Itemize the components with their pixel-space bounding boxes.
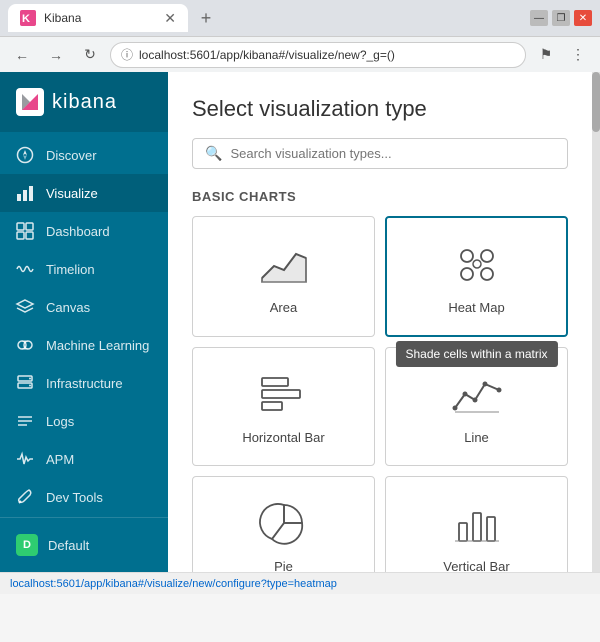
status-bar: localhost:5601/app/kibana#/visualize/new… bbox=[0, 572, 600, 594]
compass-icon bbox=[16, 146, 34, 164]
url-text: localhost:5601/app/kibana#/visualize/new… bbox=[139, 48, 395, 62]
server-icon bbox=[16, 374, 34, 392]
page-title: Select visualization type bbox=[192, 96, 568, 122]
sidebar-logo: kibana bbox=[0, 72, 168, 132]
sidebar-bottom: D Default bbox=[0, 517, 168, 572]
tab-favicon: K bbox=[20, 10, 36, 26]
sidebar-item-timelion-label: Timelion bbox=[46, 262, 95, 277]
chart-card-horizontal-bar[interactable]: Horizontal Bar bbox=[192, 347, 375, 466]
bookmark-button[interactable]: ⚑ bbox=[532, 41, 560, 69]
browser-chrome: K Kibana ✕ + — ❐ ✕ ← → ↻ ⓘ localhost:560… bbox=[0, 0, 600, 72]
sidebar-item-dashboard[interactable]: Dashboard bbox=[0, 212, 168, 250]
user-label: Default bbox=[48, 538, 89, 553]
forward-button[interactable]: → bbox=[42, 41, 70, 69]
minimize-button[interactable]: — bbox=[530, 10, 548, 26]
app-layout: kibana Discover bbox=[0, 72, 600, 572]
new-tab-button[interactable]: + bbox=[192, 4, 220, 32]
sidebar-item-visualize-label: Visualize bbox=[46, 186, 98, 201]
user-item[interactable]: D Default bbox=[16, 528, 152, 562]
wave-icon bbox=[16, 260, 34, 278]
sidebar-item-logs-label: Logs bbox=[46, 414, 74, 429]
kibana-logo-text: kibana bbox=[52, 91, 117, 114]
section-title-basic-charts: Basic Charts bbox=[192, 189, 568, 204]
user-avatar: D bbox=[16, 534, 38, 556]
chart-card-heatmap[interactable]: Heat Map Shade cells within a matrix bbox=[385, 216, 568, 337]
sidebar-item-machine-learning[interactable]: Machine Learning bbox=[0, 326, 168, 364]
chart-grid: Area Heat Map Shade cells within a ma bbox=[192, 216, 568, 572]
menu-button[interactable]: ⋮ bbox=[564, 41, 592, 69]
wrench-icon bbox=[16, 488, 34, 506]
chart-card-vertical-bar[interactable]: Vertical Bar bbox=[385, 476, 568, 572]
scrollbar-thumb[interactable] bbox=[592, 72, 600, 132]
kibana-logo-svg bbox=[20, 92, 40, 112]
scrollbar-track[interactable] bbox=[592, 72, 600, 572]
tab-close-button[interactable]: ✕ bbox=[164, 10, 176, 27]
sidebar-item-canvas-label: Canvas bbox=[46, 300, 90, 315]
search-icon: 🔍 bbox=[205, 145, 222, 162]
url-bar[interactable]: ⓘ localhost:5601/app/kibana#/visualize/n… bbox=[110, 42, 526, 68]
pie-chart-icon bbox=[258, 497, 310, 549]
chart-label-line: Line bbox=[464, 430, 489, 445]
heatmap-tooltip: Shade cells within a matrix bbox=[395, 341, 557, 367]
search-input[interactable] bbox=[230, 146, 555, 161]
layers-icon bbox=[16, 298, 34, 316]
sidebar-item-apm-label: APM bbox=[46, 452, 74, 467]
line-chart-icon bbox=[451, 368, 503, 420]
kibana-logo-mark bbox=[16, 88, 44, 116]
sidebar-item-machine-learning-label: Machine Learning bbox=[46, 338, 149, 353]
chart-label-heatmap: Heat Map bbox=[448, 300, 504, 315]
area-chart-icon bbox=[258, 238, 310, 290]
back-button[interactable]: ← bbox=[8, 41, 36, 69]
sidebar-item-discover-label: Discover bbox=[46, 148, 97, 163]
sidebar-item-canvas[interactable]: Canvas bbox=[0, 288, 168, 326]
sidebar-item-discover[interactable]: Discover bbox=[0, 136, 168, 174]
reload-button[interactable]: ↻ bbox=[76, 41, 104, 69]
nav-right-icons: ⚑ ⋮ bbox=[532, 41, 592, 69]
sidebar: kibana Discover bbox=[0, 72, 168, 572]
main-content: Select visualization type 🔍 Basic Charts… bbox=[168, 72, 592, 572]
tab-title: Kibana bbox=[44, 11, 156, 25]
chart-card-pie[interactable]: Pie bbox=[192, 476, 375, 572]
vertical-bar-chart-icon bbox=[451, 497, 503, 549]
svg-text:K: K bbox=[22, 13, 30, 25]
sidebar-item-infrastructure[interactable]: Infrastructure bbox=[0, 364, 168, 402]
brain-icon bbox=[16, 336, 34, 354]
sidebar-item-visualize[interactable]: Visualize bbox=[0, 174, 168, 212]
restore-button[interactable]: ❐ bbox=[552, 10, 570, 26]
close-button[interactable]: ✕ bbox=[574, 10, 592, 26]
bar-chart-icon bbox=[16, 184, 34, 202]
chart-label-area: Area bbox=[270, 300, 297, 315]
list-icon bbox=[16, 412, 34, 430]
grid-icon bbox=[16, 222, 34, 240]
horizontal-bar-chart-icon bbox=[258, 368, 310, 420]
sidebar-item-logs[interactable]: Logs bbox=[0, 402, 168, 440]
window-controls: — ❐ ✕ bbox=[530, 10, 592, 26]
sidebar-item-timelion[interactable]: Timelion bbox=[0, 250, 168, 288]
title-bar: K Kibana ✕ + — ❐ ✕ bbox=[0, 0, 600, 36]
search-bar: 🔍 bbox=[192, 138, 568, 169]
chart-label-pie: Pie bbox=[274, 559, 293, 572]
chart-label-horizontal-bar: Horizontal Bar bbox=[242, 430, 324, 445]
sidebar-item-apm[interactable]: APM bbox=[0, 440, 168, 478]
browser-tab[interactable]: K Kibana ✕ bbox=[8, 4, 188, 32]
chart-label-vertical-bar: Vertical Bar bbox=[443, 559, 509, 572]
sidebar-item-dev-tools-label: Dev Tools bbox=[46, 490, 103, 505]
sidebar-item-dashboard-label: Dashboard bbox=[46, 224, 110, 239]
chart-card-area[interactable]: Area bbox=[192, 216, 375, 337]
nav-bar: ← → ↻ ⓘ localhost:5601/app/kibana#/visua… bbox=[0, 36, 600, 72]
lock-icon: ⓘ bbox=[121, 46, 133, 63]
sidebar-item-dev-tools[interactable]: Dev Tools bbox=[0, 478, 168, 516]
heatmap-chart-icon bbox=[451, 238, 503, 290]
activity-icon bbox=[16, 450, 34, 468]
status-url: localhost:5601/app/kibana#/visualize/new… bbox=[10, 578, 337, 590]
sidebar-item-infrastructure-label: Infrastructure bbox=[46, 376, 123, 391]
sidebar-nav: Discover Visualize bbox=[0, 132, 168, 517]
